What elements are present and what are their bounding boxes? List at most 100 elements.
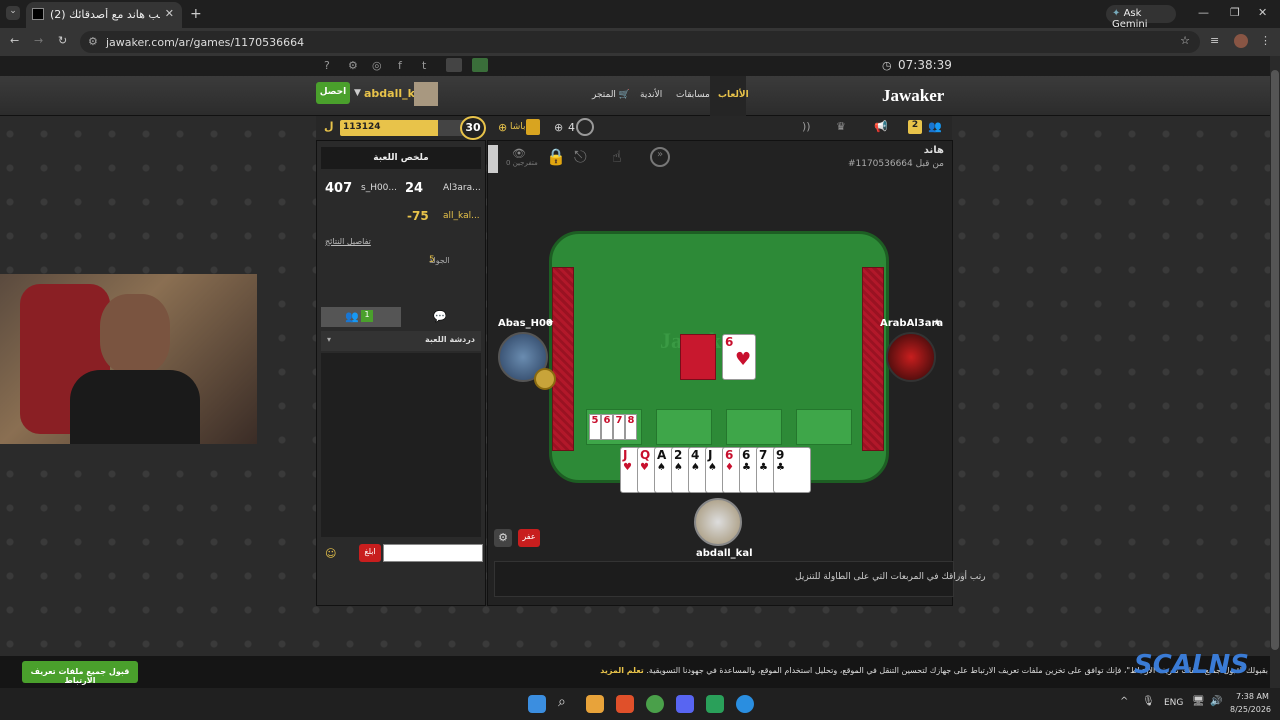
- sound-icon[interactable]: [446, 58, 462, 72]
- app-icon[interactable]: [706, 695, 724, 713]
- pass-button[interactable]: عفر: [518, 529, 540, 547]
- tab-chat[interactable]: 💬: [401, 307, 481, 327]
- add-tokens-icon[interactable]: ⊕: [498, 121, 507, 134]
- hand-card[interactable]: 9 ♣: [773, 447, 811, 493]
- bookmark-star-icon[interactable]: ☆: [1180, 34, 1190, 47]
- chat-title: دردشة اللعبة: [425, 335, 475, 344]
- discord-icon[interactable]: [676, 695, 694, 713]
- learn-more-link[interactable]: تعلّم المزيد: [600, 666, 644, 675]
- emoji-icon[interactable]: ☺: [325, 547, 336, 560]
- meld-slot-1[interactable]: 5678: [586, 409, 642, 445]
- volume-icon[interactable]: 🔊: [1210, 696, 1222, 707]
- site-navbar: احصل ▼ abdall_kal المتجر 🛒 الأندية مسابق…: [0, 76, 1270, 116]
- spectators-label: 0 متفرجين: [506, 159, 538, 167]
- draw-pile[interactable]: [680, 334, 716, 380]
- rss-icon[interactable]: )): [802, 120, 811, 133]
- search-icon[interactable]: ⌕: [558, 694, 566, 710]
- player-left-name[interactable]: Abas_H00: [498, 318, 553, 329]
- tab-store[interactable]: المتجر 🛒: [592, 90, 630, 100]
- browser-app-icon[interactable]: [736, 695, 754, 713]
- player-hand: J ♥ Q ♥ A ♠ 2 ♠ 4 ♠ J ♠ 6 ♦ 6 ♣ 7 ♣ 9 ♣: [620, 447, 812, 495]
- ask-gemini-button[interactable]: ✦ Ask Gemini: [1106, 5, 1176, 30]
- mic-icon[interactable]: 🎙: [1142, 696, 1155, 707]
- score-details-link[interactable]: تفاصيل النتائج: [325, 237, 371, 246]
- tab-games[interactable]: الألعاب: [710, 76, 749, 116]
- tokens-label[interactable]: باشا: [510, 122, 526, 132]
- exit-icon[interactable]: ⎋: [574, 147, 587, 167]
- token-icon: [526, 119, 540, 135]
- taskbar-time[interactable]: 7:38 AM: [1236, 692, 1269, 701]
- url-text: jawaker.com/ar/games/1170536664: [106, 36, 305, 49]
- gemini-icon: ✦: [1112, 8, 1121, 19]
- discard-card[interactable]: 6 ♥: [722, 334, 756, 380]
- language-indicator[interactable]: ENG: [1164, 698, 1183, 708]
- player-bottom-avatar[interactable]: [694, 498, 742, 546]
- meld-slot-2[interactable]: [656, 409, 712, 445]
- tab-friends[interactable]: 👥 1: [321, 307, 401, 327]
- meld-slot-3[interactable]: [726, 409, 782, 445]
- minimize-icon[interactable]: —: [1198, 6, 1209, 19]
- chevron-down-icon[interactable]: ▼: [354, 88, 361, 98]
- player-bottom-name[interactable]: abdall_kal: [696, 548, 753, 559]
- chat-collapse-icon[interactable]: ▾: [327, 335, 331, 344]
- chrome-icon[interactable]: [646, 695, 664, 713]
- profile-avatar[interactable]: [1234, 34, 1248, 48]
- url-field[interactable]: ⚙ jawaker.com/ar/games/1170536664 ☆: [80, 31, 1200, 53]
- brave-icon[interactable]: [616, 695, 634, 713]
- hint-icon[interactable]: ☝: [612, 147, 622, 166]
- tab-search-icon[interactable]: ⌄: [6, 6, 20, 20]
- tray-chevron-icon[interactable]: ^: [1120, 696, 1128, 707]
- player-right-star-icon: ★: [933, 318, 942, 328]
- settings-gear-button[interactable]: ⚙: [494, 529, 512, 547]
- maximize-icon[interactable]: ❐: [1230, 6, 1240, 19]
- left-player-deck: [552, 267, 574, 451]
- windows-taskbar: ⌕ ^ 🎙 ENG 🖥 🔊 7:38 AM 8/25/2026: [0, 688, 1280, 720]
- forward-icon[interactable]: →: [34, 34, 43, 47]
- friends-icon[interactable]: 👥: [928, 120, 942, 133]
- lock-icon[interactable]: 🔒: [546, 147, 566, 166]
- get-button[interactable]: احصل: [316, 82, 350, 104]
- taskbar-date[interactable]: 8/25/2026: [1230, 705, 1271, 714]
- close-tab-icon[interactable]: ✕: [165, 7, 174, 20]
- tab-clubs[interactable]: الأندية: [640, 90, 662, 100]
- user-avatar[interactable]: [414, 82, 438, 106]
- fast-forward-icon[interactable]: »: [650, 147, 670, 167]
- send-button[interactable]: ابلغ: [359, 544, 381, 562]
- close-window-icon[interactable]: ✕: [1258, 6, 1267, 19]
- browser-tab[interactable]: (2) العب هاند مع أصدقائك ... ✕: [26, 2, 182, 28]
- facebook-icon[interactable]: f: [398, 59, 402, 72]
- help-icon[interactable]: ?: [324, 59, 330, 72]
- add-friend-icon[interactable]: ⊕: [554, 121, 563, 134]
- twitter-icon[interactable]: t: [422, 59, 426, 72]
- status-bar: ل 113124 30 ⊕ باشا ⊕ 4 )) ♛ 📢 2 👥: [316, 116, 952, 140]
- media-icon[interactable]: ≡: [1210, 34, 1219, 47]
- windows-start-icon[interactable]: [528, 695, 546, 713]
- megaphone-icon[interactable]: 📢: [874, 120, 888, 133]
- file-explorer-icon[interactable]: [586, 695, 604, 713]
- network-icon[interactable]: 🖥: [1192, 696, 1205, 707]
- game-id: #1170536664 من قبل: [847, 159, 944, 169]
- team1-name: Al3ara...: [443, 183, 481, 193]
- tab-competitions[interactable]: مسابقات: [676, 90, 710, 100]
- accept-cookies-button[interactable]: قبول جميع ملفات تعريف الارتباط: [22, 661, 138, 685]
- page-scroll-thumb[interactable]: [1271, 70, 1279, 650]
- hand-card-rank: 9: [776, 448, 785, 462]
- game-title: هاند: [923, 145, 944, 156]
- back-icon[interactable]: ←: [10, 34, 19, 47]
- chat-input[interactable]: [383, 544, 483, 562]
- reload-icon[interactable]: ↻: [58, 34, 67, 47]
- gamepad-icon[interactable]: [472, 58, 488, 72]
- meld-slot-4[interactable]: [796, 409, 852, 445]
- settings-icon[interactable]: ⚙: [348, 59, 358, 72]
- site-info-icon[interactable]: ⚙: [88, 35, 98, 48]
- player-right-avatar[interactable]: [886, 332, 936, 382]
- instagram-icon[interactable]: ◎: [372, 59, 382, 72]
- chat-header[interactable]: ▾ دردشة اللعبة: [321, 331, 481, 351]
- new-tab-icon[interactable]: +: [190, 6, 202, 22]
- chat-bubble-icon: 💬: [433, 310, 447, 323]
- jawaker-logo[interactable]: Jawaker: [882, 86, 944, 106]
- meld-card: 6: [601, 414, 613, 440]
- menu-icon[interactable]: ⋮: [1260, 34, 1271, 47]
- trophy-icon[interactable]: ♛: [836, 120, 846, 133]
- panel-scroll[interactable]: [488, 145, 498, 173]
